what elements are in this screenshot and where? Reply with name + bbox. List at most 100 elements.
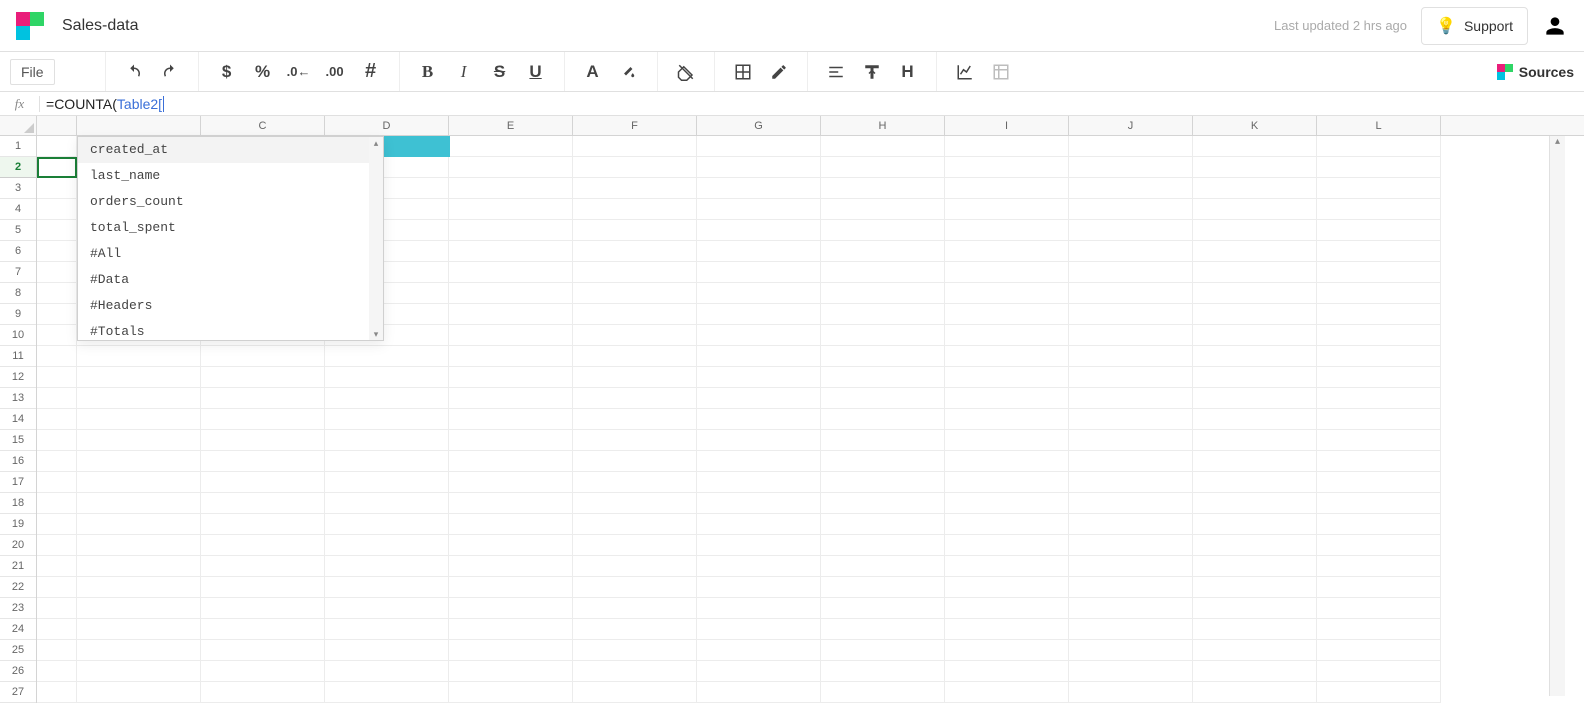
cell[interactable] bbox=[1193, 346, 1317, 367]
cell[interactable] bbox=[201, 367, 325, 388]
cell[interactable] bbox=[1317, 493, 1441, 514]
cell[interactable] bbox=[37, 472, 77, 493]
cell[interactable] bbox=[1069, 556, 1193, 577]
cell[interactable] bbox=[573, 514, 697, 535]
cell[interactable] bbox=[945, 682, 1069, 703]
cell[interactable] bbox=[945, 598, 1069, 619]
cell[interactable] bbox=[1193, 577, 1317, 598]
cell[interactable] bbox=[945, 157, 1069, 178]
cell[interactable] bbox=[1069, 619, 1193, 640]
cell[interactable] bbox=[1317, 535, 1441, 556]
cell[interactable] bbox=[1317, 199, 1441, 220]
cell[interactable] bbox=[573, 241, 697, 262]
autocomplete-item[interactable]: created_at bbox=[78, 137, 383, 163]
cell[interactable] bbox=[1069, 661, 1193, 682]
cell[interactable] bbox=[821, 493, 945, 514]
cell[interactable] bbox=[821, 346, 945, 367]
cell[interactable] bbox=[573, 598, 697, 619]
cell[interactable] bbox=[1193, 682, 1317, 703]
strikethrough-button[interactable]: S bbox=[482, 57, 518, 87]
align-horizontal-button[interactable] bbox=[818, 57, 854, 87]
cell[interactable] bbox=[1069, 535, 1193, 556]
cell[interactable] bbox=[77, 493, 201, 514]
cell[interactable] bbox=[325, 409, 449, 430]
fill-color-button[interactable] bbox=[611, 57, 647, 87]
column-header[interactable]: G bbox=[697, 116, 821, 136]
cell[interactable] bbox=[821, 577, 945, 598]
cell[interactable] bbox=[697, 220, 821, 241]
row-header[interactable]: 27 bbox=[0, 682, 36, 703]
cell[interactable] bbox=[1069, 598, 1193, 619]
cell[interactable] bbox=[945, 199, 1069, 220]
undo-button[interactable] bbox=[116, 57, 152, 87]
cell[interactable] bbox=[325, 682, 449, 703]
cell[interactable] bbox=[37, 199, 77, 220]
cell[interactable] bbox=[201, 661, 325, 682]
cell[interactable] bbox=[945, 220, 1069, 241]
cell[interactable] bbox=[573, 262, 697, 283]
cell[interactable] bbox=[821, 241, 945, 262]
cell[interactable] bbox=[1317, 514, 1441, 535]
cell[interactable] bbox=[37, 514, 77, 535]
scroll-down-icon[interactable]: ▾ bbox=[374, 329, 379, 339]
cell[interactable] bbox=[1317, 472, 1441, 493]
cell[interactable] bbox=[201, 430, 325, 451]
cell[interactable] bbox=[945, 640, 1069, 661]
row-header[interactable]: 26 bbox=[0, 661, 36, 682]
cell[interactable] bbox=[325, 661, 449, 682]
cell[interactable] bbox=[37, 346, 77, 367]
column-header[interactable]: I bbox=[945, 116, 1069, 136]
cell[interactable] bbox=[1317, 640, 1441, 661]
cell[interactable] bbox=[77, 451, 201, 472]
cell[interactable] bbox=[573, 472, 697, 493]
cell[interactable] bbox=[697, 682, 821, 703]
cell[interactable] bbox=[201, 514, 325, 535]
cell[interactable] bbox=[945, 556, 1069, 577]
cell[interactable] bbox=[697, 199, 821, 220]
column-header[interactable]: L bbox=[1317, 116, 1441, 136]
cell[interactable] bbox=[37, 388, 77, 409]
cell[interactable] bbox=[449, 262, 573, 283]
cell[interactable] bbox=[945, 346, 1069, 367]
insert-chart-button[interactable] bbox=[947, 57, 983, 87]
cell[interactable] bbox=[821, 367, 945, 388]
support-button[interactable]: 💡 Support bbox=[1421, 7, 1528, 45]
cell[interactable] bbox=[821, 304, 945, 325]
cell[interactable] bbox=[449, 157, 573, 178]
row-header[interactable]: 8 bbox=[0, 283, 36, 304]
cell[interactable] bbox=[573, 367, 697, 388]
cell[interactable] bbox=[697, 325, 821, 346]
cell[interactable] bbox=[37, 136, 77, 157]
row-header[interactable]: 24 bbox=[0, 619, 36, 640]
autocomplete-item[interactable]: #Headers bbox=[78, 293, 383, 319]
cell[interactable] bbox=[821, 178, 945, 199]
cell[interactable] bbox=[1193, 619, 1317, 640]
bold-button[interactable]: B bbox=[410, 57, 446, 87]
cell[interactable] bbox=[1069, 514, 1193, 535]
cell[interactable] bbox=[1317, 304, 1441, 325]
cell[interactable] bbox=[1193, 514, 1317, 535]
wrap-text-button[interactable]: H bbox=[890, 57, 926, 87]
cell[interactable] bbox=[37, 430, 77, 451]
cell[interactable] bbox=[821, 598, 945, 619]
cell[interactable] bbox=[1069, 262, 1193, 283]
cell[interactable] bbox=[1193, 661, 1317, 682]
cell[interactable] bbox=[1317, 430, 1441, 451]
cell[interactable] bbox=[821, 409, 945, 430]
cell[interactable] bbox=[573, 136, 697, 157]
redo-button[interactable] bbox=[152, 57, 188, 87]
dropdown-scrollbar[interactable]: ▴ ▾ bbox=[369, 137, 383, 340]
cell[interactable] bbox=[37, 409, 77, 430]
cell[interactable] bbox=[77, 346, 201, 367]
cell[interactable] bbox=[697, 640, 821, 661]
cell[interactable] bbox=[37, 493, 77, 514]
cell[interactable] bbox=[697, 304, 821, 325]
cell[interactable] bbox=[201, 346, 325, 367]
cell[interactable] bbox=[945, 577, 1069, 598]
sources-button[interactable]: Sources bbox=[1497, 64, 1574, 80]
cell[interactable] bbox=[821, 682, 945, 703]
row-header[interactable]: 11 bbox=[0, 346, 36, 367]
cell[interactable] bbox=[37, 325, 77, 346]
cell[interactable] bbox=[697, 619, 821, 640]
cell[interactable] bbox=[449, 388, 573, 409]
